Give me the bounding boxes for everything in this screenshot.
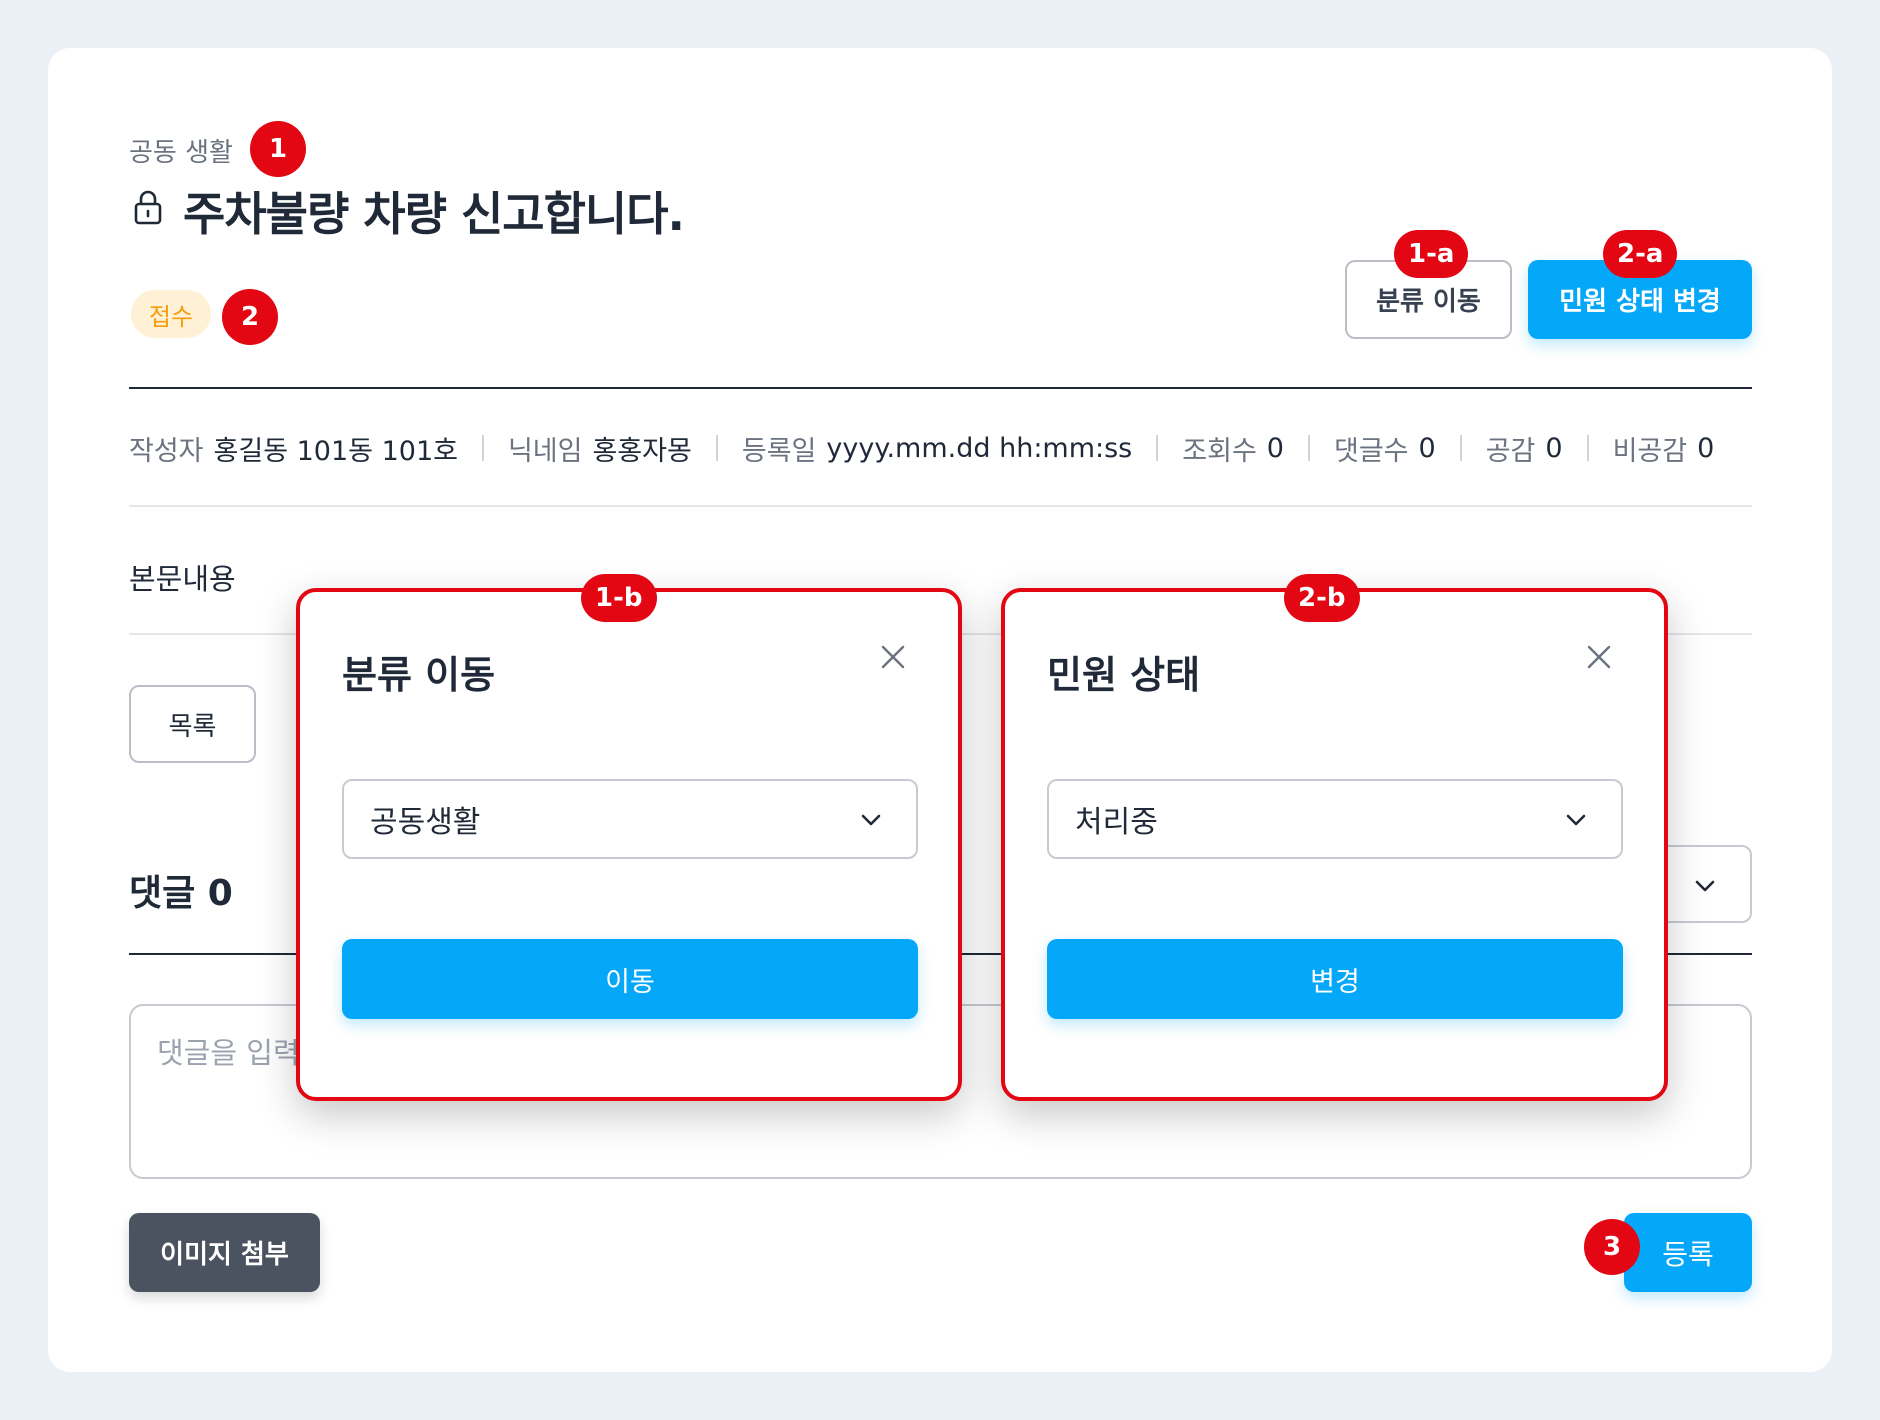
meta-separator (1156, 435, 1159, 461)
date-value: yyyy.mm.dd hh:mm:ss (826, 432, 1133, 464)
post-title: 주차불량 차량 신고합니다. (183, 187, 685, 241)
meta-separator (1307, 435, 1310, 461)
chevron-down-icon (1566, 814, 1586, 826)
modal-title: 분류 이동 (342, 653, 496, 697)
post-meta: 작성자 홍길동 101동 101호 닉네임 홍홍자몽 등록일 yyyy.mm.d… (129, 430, 1715, 467)
comments-title: 댓글 0 (129, 873, 233, 914)
status-badge: 접수 (131, 290, 211, 338)
header-divider (129, 387, 1752, 389)
chevron-down-icon (1695, 880, 1715, 892)
meta-separator (1586, 435, 1589, 461)
category-select-value: 공동생활 (370, 805, 481, 840)
author-label: 작성자 (129, 435, 204, 467)
category-select[interactable]: 공동생활 (342, 779, 918, 859)
status-select[interactable]: 처리중 (1047, 779, 1623, 859)
close-icon[interactable] (1586, 644, 1612, 670)
likes-value: 0 (1545, 432, 1563, 464)
attach-image-button[interactable]: 이미지 첨부 (129, 1213, 320, 1292)
chevron-down-icon (861, 814, 881, 826)
comments-count-value: 0 (1418, 432, 1436, 464)
annotation-marker-1b: 1-b (581, 574, 657, 622)
annotation-marker-2: 2 (222, 289, 278, 345)
annotation-marker-2a: 2-a (1603, 230, 1678, 278)
annotation-marker-1: 1 (250, 121, 306, 177)
submit-comment-button[interactable]: 등록 (1624, 1213, 1752, 1292)
annotation-marker-1a: 1-a (1394, 230, 1469, 278)
date-label: 등록일 (741, 435, 817, 467)
meta-separator (715, 435, 718, 461)
likes-label: 공감 (1485, 435, 1536, 467)
meta-separator (1459, 435, 1462, 461)
meta-divider (129, 505, 1752, 507)
comments-count-label: 댓글수 (1333, 435, 1409, 467)
post-category: 공동 생활 (129, 138, 233, 168)
status-select-value: 처리중 (1075, 805, 1158, 840)
close-icon[interactable] (880, 644, 906, 670)
author-value: 홍길동 101동 101호 (213, 435, 458, 467)
modal-title: 민원 상태 (1047, 653, 1201, 697)
annotation-marker-2b: 2-b (1284, 574, 1360, 622)
annotation-marker-3: 3 (1584, 1219, 1640, 1275)
change-button[interactable]: 변경 (1047, 939, 1623, 1019)
list-button[interactable]: 목록 (129, 685, 256, 763)
dislikes-label: 비공감 (1612, 435, 1688, 467)
lock-icon (134, 190, 162, 225)
views-label: 조회수 (1182, 435, 1257, 467)
nickname-value: 홍홍자몽 (592, 435, 692, 467)
move-button[interactable]: 이동 (342, 939, 918, 1019)
status-change-modal: 민원 상태 처리중 변경 (1001, 588, 1668, 1101)
category-move-modal: 분류 이동 공동생활 이동 (296, 588, 962, 1101)
post-body: 본문내용 (129, 562, 236, 596)
views-value: 0 (1266, 432, 1284, 464)
nickname-label: 닉네임 (507, 435, 583, 467)
meta-separator (481, 435, 484, 461)
dislikes-value: 0 (1697, 432, 1715, 464)
